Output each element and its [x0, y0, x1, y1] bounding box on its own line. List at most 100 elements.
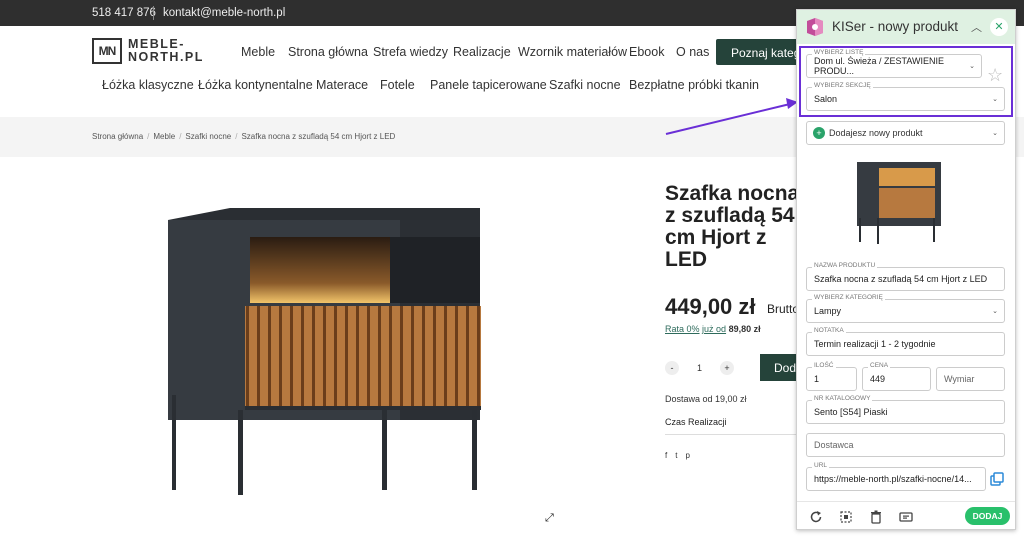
product-thumbnail: [857, 162, 941, 244]
supplier-placeholder: Dostawca: [814, 440, 854, 450]
topbar-divider: [153, 6, 154, 20]
nav-materials[interactable]: Wzornik materiałów: [518, 45, 627, 59]
product-name-field[interactable]: NAZWA PRODUKTU Szafka nocna z szufladą 5…: [806, 262, 1005, 291]
nav-meble[interactable]: Meble: [241, 45, 275, 59]
collapse-icon[interactable]: ︿: [971, 19, 982, 35]
category-select-label: WYBIERZ KATEGORIĘ: [812, 294, 885, 301]
facebook-icon[interactable]: f: [665, 451, 667, 460]
installment-mid[interactable]: już od: [702, 324, 726, 334]
pinterest-icon[interactable]: p: [685, 451, 689, 460]
qty-plus-button[interactable]: +: [720, 361, 734, 375]
mode-select[interactable]: + Dodajesz nowy produkt ⌄: [806, 121, 1005, 145]
installment-value: 89,80 zł: [728, 324, 761, 334]
kiser-logo-icon: [807, 18, 823, 36]
dimension-field[interactable]: Wymiar: [936, 367, 1005, 391]
category-select[interactable]: WYBIERZ KATEGORIĘ Lampy ⌄: [806, 294, 1005, 323]
section-select-label: WYBIERZ SEKCJĘ: [812, 82, 873, 89]
logo-line-2: NORTH.PL: [128, 50, 204, 64]
screenshot-icon[interactable]: [839, 510, 853, 524]
price-label: CENA: [868, 362, 891, 369]
list-select[interactable]: WYBIERZ LISTĘ Dom ul. Świeża / ZESTAWIEN…: [806, 49, 982, 78]
product-name-label: NAZWA PRODUKTU: [812, 262, 878, 269]
breadcrumb-meble[interactable]: Meble: [153, 132, 175, 141]
quantity-value: 1: [814, 374, 820, 384]
url-value: https://meble-north.pl/szafki-nocne/14..…: [814, 474, 972, 484]
breadcrumb-current: Szafka nocna z szufladą 54 cm Hjort z LE…: [241, 132, 396, 141]
catalog-number-field[interactable]: NR KATALOGOWY Sento [S54] Piaski: [806, 395, 1005, 424]
quantity-label: ILOŚĆ: [812, 362, 836, 369]
nav-cat-samples[interactable]: Bezpłatne próbki tkanin: [629, 78, 759, 92]
breadcrumb-sep: /: [235, 132, 238, 141]
installment-link[interactable]: Rata 0%: [665, 324, 700, 334]
product-price: 449,00 zł: [665, 294, 756, 319]
chevron-down-icon: ⌄: [992, 308, 998, 315]
url-label: URL: [812, 462, 830, 469]
quantity-field[interactable]: ILOŚĆ 1: [806, 362, 857, 391]
expand-image-icon[interactable]: ⤢: [545, 512, 554, 525]
section-select-value: Salon: [814, 94, 838, 104]
trash-icon[interactable]: [869, 510, 883, 524]
chevron-down-icon: ⌄: [969, 63, 975, 70]
price-suffix: Brutto: [767, 302, 800, 316]
refresh-icon[interactable]: [809, 510, 823, 524]
copy-icon[interactable]: [990, 472, 1004, 486]
delivery-info: Dostawa od 19,00 zł: [665, 394, 747, 404]
divider: [665, 434, 800, 435]
product-name-value: Szafka nocna z szufladą 54 cm Hjort z LE…: [814, 274, 988, 284]
nav-realizations[interactable]: Realizacje: [453, 45, 511, 59]
catalog-number-value: Sento [S54] Piaski: [814, 407, 888, 417]
twitter-icon[interactable]: t: [675, 451, 677, 460]
dimension-placeholder: Wymiar: [944, 374, 975, 384]
breadcrumb-home[interactable]: Strona główna: [92, 132, 143, 141]
logo-wordmark: MEBLE- NORTH.PL: [128, 38, 204, 64]
nav-cat-armchairs[interactable]: Fotele: [380, 78, 415, 92]
lead-time-heading[interactable]: Czas Realizacji: [665, 417, 727, 427]
installment-info[interactable]: Rata 0% już od 89,80 zł: [665, 324, 761, 334]
site-logo[interactable]: MN MEBLE- NORTH.PL: [92, 38, 204, 64]
list-select-value: Dom ul. Świeża / ZESTAWIENIE PRODU...: [814, 56, 945, 76]
url-field[interactable]: URL https://meble-north.pl/szafki-nocne/…: [806, 462, 986, 491]
chevron-down-icon: ⌄: [992, 96, 998, 103]
close-icon[interactable]: ✕: [990, 18, 1008, 36]
price-value: 449: [870, 374, 886, 384]
price-field[interactable]: CENA 449: [862, 362, 931, 391]
logo-mark: MN: [92, 38, 122, 64]
note-value: Termin realizacji 1 - 2 tygodnie: [814, 339, 936, 349]
catalog-number-label: NR KATALOGOWY: [812, 395, 873, 402]
product-image[interactable]: [150, 190, 510, 500]
nav-cat-nightstands[interactable]: Szafki nocne: [549, 78, 621, 92]
email-link[interactable]: kontakt@meble-north.pl: [163, 7, 285, 19]
submit-add-button[interactable]: DODAJ: [965, 507, 1010, 525]
kiser-extension-panel: KISer - nowy produkt ︿ ✕ WYBIERZ LISTĘ D…: [796, 9, 1016, 530]
qty-input[interactable]: 1: [697, 363, 702, 373]
nav-home[interactable]: Strona główna: [288, 45, 368, 59]
nav-cat-panels[interactable]: Panele tapicerowane: [430, 78, 547, 92]
list-select-label: WYBIERZ LISTĘ: [812, 49, 866, 56]
note-field[interactable]: NOTATKA Termin realizacji 1 - 2 tygodnie: [806, 327, 1005, 356]
section-select[interactable]: WYBIERZ SEKCJĘ Salon ⌄: [806, 82, 1005, 111]
nav-cat-mattresses[interactable]: Materace: [316, 78, 368, 92]
breadcrumb: Strona główna / Meble / Szafki nocne / Szafka …: [92, 132, 395, 141]
social-share: f t p: [665, 451, 690, 460]
nav-about[interactable]: O nas: [676, 45, 709, 59]
breadcrumb-sep: /: [147, 132, 150, 141]
qty-minus-button[interactable]: -: [665, 361, 679, 375]
breadcrumb-nightstands[interactable]: Szafki nocne: [185, 132, 231, 141]
supplier-field[interactable]: Dostawca: [806, 433, 1005, 457]
favorite-star-icon[interactable]: ☆: [987, 65, 1003, 86]
nav-cat-continental-beds[interactable]: Łóżka kontynentalne: [198, 78, 313, 92]
mode-select-value: Dodajesz nowy produkt: [829, 128, 923, 138]
nav-cat-classic-beds[interactable]: Łóżka klasyczne: [102, 78, 194, 92]
nav-knowledge[interactable]: Strefa wiedzy: [373, 45, 448, 59]
add-circle-icon: +: [813, 127, 825, 139]
panel-title: KISer - nowy produkt: [832, 19, 959, 34]
product-title: Szafka nocna z szufladą 54 cm Hjort z LE…: [665, 182, 800, 271]
phone-link[interactable]: 518 417 876: [92, 7, 156, 19]
nav-ebook[interactable]: Ebook: [629, 45, 664, 59]
category-select-value: Lampy: [814, 306, 842, 316]
breadcrumb-sep: /: [179, 132, 182, 141]
chevron-down-icon: ⌄: [992, 130, 998, 137]
note-label: NOTATKA: [812, 327, 846, 334]
add-to-cart-button[interactable]: Dodaj do koszyka: [760, 354, 800, 381]
export-icon[interactable]: [899, 510, 913, 524]
